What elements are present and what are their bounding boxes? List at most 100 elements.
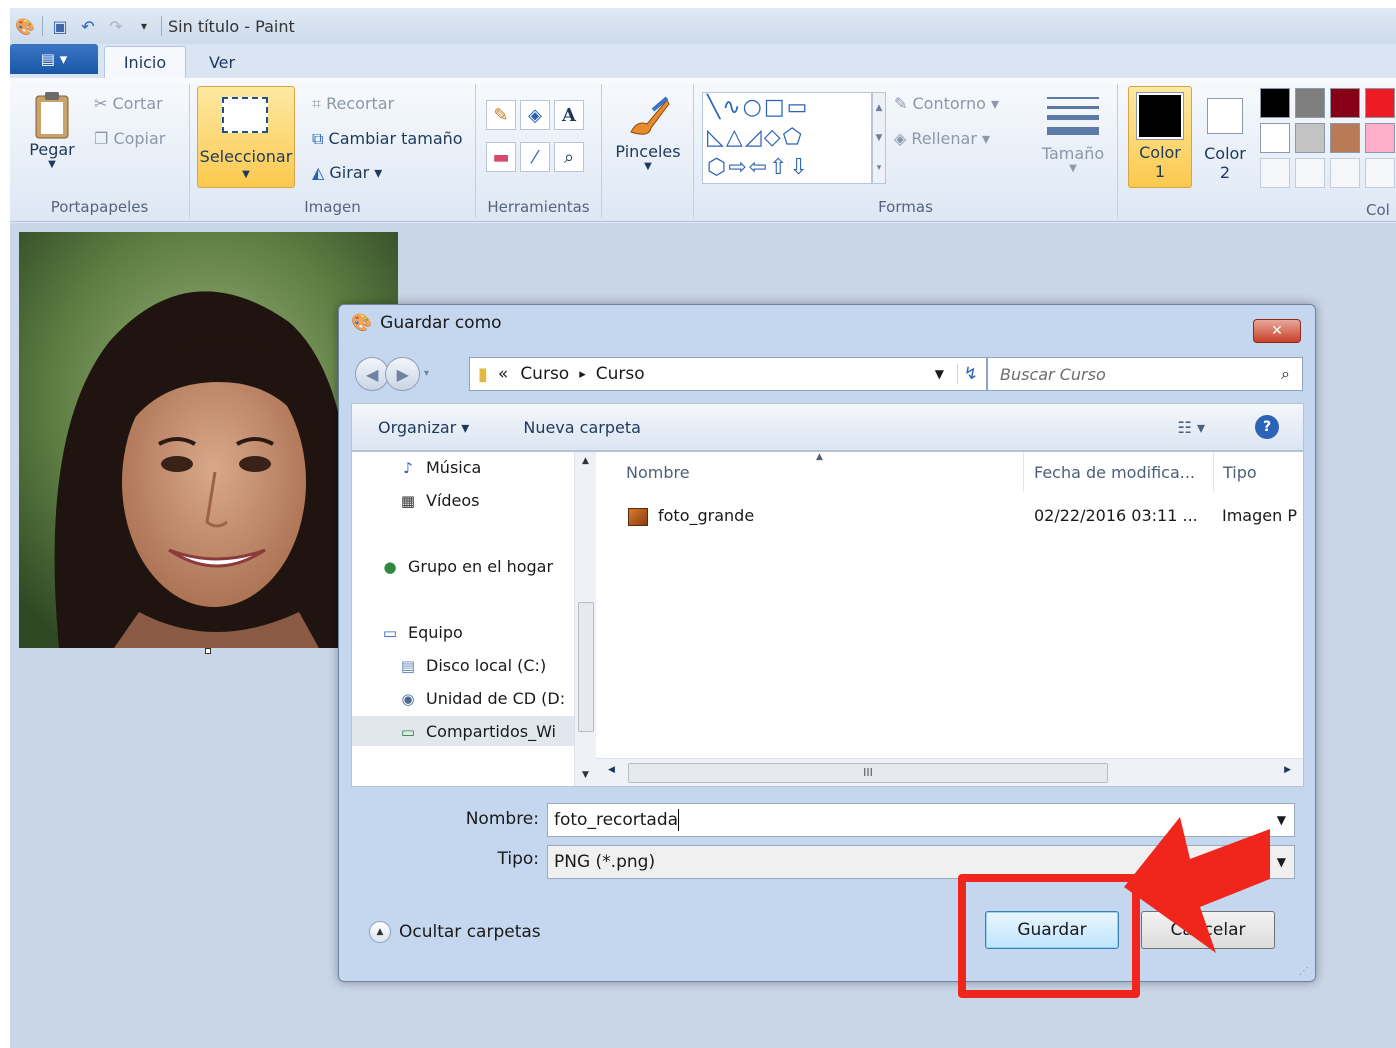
tab-ver[interactable]: Ver [192,46,252,78]
browse-pane: ♪ Música ▦ Vídeos ● Grupo en el hogar ▭ Equi… [351,451,1304,787]
undo-icon[interactable]: ↶ [77,15,99,37]
canvas-resize-handle[interactable] [205,648,211,654]
crop-button[interactable]: ⌗ Recortar [312,94,394,114]
fill-tool-icon[interactable]: ◈ [520,100,550,130]
separator [161,16,162,36]
cut-button[interactable]: ✂ Cortar [94,94,163,113]
select-button[interactable]: Seleccionar ▼ [197,86,295,188]
column-header-nombre[interactable]: Nombre [626,452,1024,492]
nav-item-musica[interactable]: ♪ Música [398,458,481,477]
nav-scrollbar[interactable]: ▲ ▼ [574,452,596,786]
text-tool-icon[interactable]: A [554,100,584,130]
palette-swatch[interactable] [1295,88,1325,118]
magnifier-icon[interactable]: ⌕ [554,142,584,172]
cd-drive-icon: ◉ [401,689,415,708]
nav-item-disco-local[interactable]: ▤ Disco local (C:) [398,656,546,675]
palette-swatch[interactable] [1330,88,1360,118]
scroll-down-icon[interactable]: ▼ [575,770,596,780]
shapes-gallery[interactable]: ╲∿○□▭ ◺△◿◇⬠ ⬡⇨⇦⇧⇩ [702,92,872,184]
palette-swatch-empty[interactable] [1260,158,1290,188]
nav-item-grupo-hogar[interactable]: ● Grupo en el hogar [380,557,553,576]
customize-quick-access-icon[interactable]: ▾ [133,15,155,37]
resize-grip-icon[interactable]: ⋰ [1299,966,1309,977]
shapes-scroll[interactable]: ▲ ▼ ▾ [872,92,886,184]
breadcrumb-part2[interactable]: Curso [596,364,645,384]
outline-button[interactable]: ✎ Contorno ▾ [894,94,999,113]
palette-swatch[interactable] [1260,123,1290,153]
color2-button[interactable]: Color 2 [1196,86,1254,188]
color-picker-icon[interactable]: ⁄ [520,142,550,172]
save-icon[interactable]: ▣ [49,15,71,37]
filename-value: foto_recortada [554,810,679,830]
navigation-pane: ♪ Música ▦ Vídeos ● Grupo en el hogar ▭ Equi… [352,452,596,786]
redo-icon[interactable]: ↷ [105,15,127,37]
forward-arrow-icon[interactable]: ▶ [385,357,420,391]
file-list-hscrollbar[interactable]: ◀ III ▶ [596,758,1303,786]
palette-swatch[interactable] [1365,88,1395,118]
nav-buttons: ◀ ▶ ▾ [355,357,429,391]
nav-item-cd[interactable]: ◉ Unidad de CD (D: [398,689,565,708]
chevron-down-icon: ▼ [242,169,250,180]
group-label: Imagen [304,198,361,216]
new-folder-button[interactable]: Nueva carpeta [523,418,641,437]
refresh-icon[interactable]: ↯ [956,364,978,384]
organize-button[interactable]: Organizar ▾ [378,418,469,437]
scroll-right-icon[interactable]: ▶ [1284,765,1291,775]
rotate-button[interactable]: ◭ Girar ▾ [312,163,382,182]
help-icon[interactable]: ? [1255,415,1279,439]
address-dropdown-icon[interactable]: ▼ [935,367,944,381]
file-menu-button[interactable]: ▤ ▾ [10,44,98,74]
view-options-icon[interactable]: ☷ ▾ [1178,418,1205,437]
save-button[interactable]: Guardar [985,911,1119,949]
scroll-thumb[interactable] [578,602,594,732]
file-type: Imagen P [1222,506,1297,525]
copy-button[interactable]: ❐ Copiar [94,129,165,148]
palette-swatch-empty[interactable] [1330,158,1360,188]
recent-pages-icon[interactable]: ▾ [424,357,429,391]
selection-icon [222,97,268,133]
palette-swatch[interactable] [1330,123,1360,153]
computer-icon: ▭ [382,623,398,642]
palette-swatch[interactable] [1295,123,1325,153]
tab-inicio[interactable]: Inicio [104,46,186,78]
fill-button[interactable]: ◈ Rellenar ▾ [894,129,990,148]
paste-button[interactable]: Pegar ▼ [24,90,80,170]
nav-item-videos[interactable]: ▦ Vídeos [398,491,480,510]
brushes-button[interactable]: Pinceles ▼ [610,92,686,172]
chevron-down-icon: ▼ [644,161,652,172]
search-input[interactable]: Buscar Curso ⌕ [987,357,1303,391]
close-button[interactable]: ✕ [1253,319,1301,343]
eraser-tool-icon[interactable]: ▬ [486,142,516,172]
color1-button[interactable]: Color 1 [1128,86,1192,188]
color1-label: Color 1 [1139,143,1181,181]
palette-swatch[interactable] [1365,123,1395,153]
hscroll-thumb[interactable]: III [628,763,1108,783]
resize-button[interactable]: ⧉ Cambiar tamaño [312,129,463,149]
address-bar[interactable]: ▮ « Curso ▸ Curso ▼ ↯ [469,357,987,391]
scroll-up-icon[interactable]: ▲ [575,456,596,466]
nav-item-compartidos[interactable]: ▭ Compartidos_Wi [398,722,556,741]
group-label: Formas [878,198,933,216]
crop-icon: ⌗ [312,94,327,113]
command-bar: Organizar ▾ Nueva carpeta ☷ ▾ ? [351,403,1304,451]
pencil-tool-icon[interactable]: ✎ [486,100,516,130]
nav-item-label: Compartidos_Wi [426,722,556,741]
back-arrow-icon[interactable]: ◀ [355,357,390,391]
scroll-left-icon[interactable]: ◀ [608,765,615,775]
palette-swatch[interactable] [1260,88,1290,118]
breadcrumb-separator[interactable]: ▸ [579,367,586,382]
size-button[interactable]: Tamaño ▼ [1040,94,1106,174]
file-row[interactable]: foto_grande 02/22/2016 03:11 ... Imagen … [626,504,1303,532]
breadcrumb-prefix[interactable]: « [498,364,508,384]
color2-swatch [1207,98,1243,134]
nav-item-equipo[interactable]: ▭ Equipo [380,623,463,642]
nav-item-label: Música [426,458,482,477]
crop-label: Recortar [326,94,395,113]
breadcrumb-part1[interactable]: Curso [520,364,569,384]
column-header-fecha[interactable]: Fecha de modifica... [1034,452,1214,492]
column-header-tipo[interactable]: Tipo [1223,452,1303,492]
palette-swatch-empty[interactable] [1295,158,1325,188]
hide-folders-button[interactable]: ▲ Ocultar carpetas [369,921,541,943]
copy-label: Copiar [113,129,166,148]
palette-swatch-empty[interactable] [1365,158,1395,188]
